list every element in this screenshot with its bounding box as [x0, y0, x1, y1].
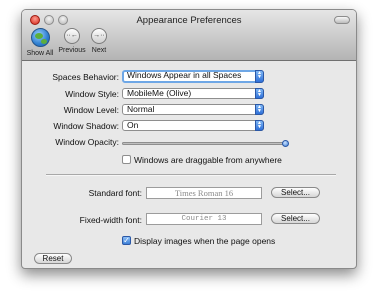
up-down-arrows-icon: ▲ ▼ — [255, 88, 264, 99]
next-button[interactable]: →·· Next — [86, 28, 112, 54]
standard-font-field: Times Roman 16 — [146, 187, 262, 199]
spaces-behavior-select[interactable]: Windows Appear in all Spaces ▲ ▼ — [122, 70, 264, 83]
window-shadow-label: Window Shadow: — [53, 121, 119, 131]
slider-knob[interactable] — [282, 140, 289, 147]
display-images-checkbox[interactable]: ✓ — [122, 236, 131, 245]
draggable-checkbox[interactable] — [122, 155, 131, 164]
section-divider — [46, 174, 336, 176]
previous-button[interactable]: ··← Previous — [57, 28, 87, 54]
preferences-window: Appearance Preferences Show All ··← Prev… — [21, 9, 357, 269]
show-all-label: Show All — [26, 50, 54, 57]
fixed-width-font-select-button[interactable]: Select... — [271, 213, 320, 224]
title-bar: Appearance Preferences Show All ··← Prev… — [22, 10, 356, 61]
window-style-label: Window Style: — [65, 89, 119, 99]
show-all-button[interactable]: Show All — [26, 28, 54, 57]
back-arrow-icon: ··← — [64, 28, 80, 44]
preferences-content: Spaces Behavior: Windows Appear in all S… — [22, 61, 356, 268]
spaces-behavior-label: Spaces Behavior: — [52, 72, 119, 82]
next-label: Next — [91, 47, 107, 54]
previous-label: Previous — [58, 47, 86, 54]
fixed-width-font-field: Courier 13 — [146, 213, 262, 225]
window-shadow-value: On — [127, 120, 139, 130]
window-title: Appearance Preferences — [136, 15, 242, 26]
display-images-label: Display images when the page opens — [134, 236, 276, 246]
up-down-arrows-icon: ▲ ▼ — [255, 104, 264, 115]
window-opacity-label: Window Opacity: — [55, 137, 119, 147]
reset-button[interactable]: Reset — [34, 253, 72, 264]
window-level-label: Window Level: — [63, 105, 119, 115]
draggable-label: Windows are draggable from anywhere — [134, 155, 282, 165]
window-style-select[interactable]: MobileMe (Olive) ▲ ▼ — [122, 88, 264, 99]
window-level-select[interactable]: Normal ▲ ▼ — [122, 104, 264, 115]
standard-font-label: Standard font: — [88, 188, 142, 198]
window-level-value: Normal — [127, 104, 155, 114]
spaces-behavior-value: Windows Appear in all Spaces — [127, 70, 242, 80]
forward-arrow-icon: →·· — [91, 28, 107, 44]
checkmark-icon: ✓ — [123, 236, 130, 245]
up-down-arrows-icon: ▲ ▼ — [255, 120, 264, 131]
window-shadow-select[interactable]: On ▲ ▼ — [122, 120, 264, 131]
fixed-width-font-label: Fixed-width font: — [79, 215, 142, 225]
up-down-arrows-icon: ▲ ▼ — [255, 70, 264, 83]
window-style-value: MobileMe (Olive) — [127, 88, 192, 98]
standard-font-select-button[interactable]: Select... — [271, 187, 320, 198]
globe-icon — [30, 28, 50, 47]
toolbar-toggle-button[interactable] — [334, 16, 350, 24]
window-opacity-slider[interactable] — [122, 140, 289, 147]
